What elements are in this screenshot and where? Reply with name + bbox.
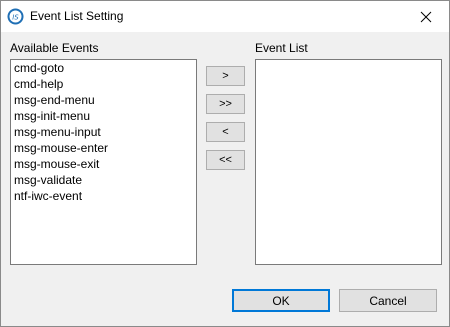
list-item[interactable]: msg-mouse-exit <box>11 156 196 172</box>
close-button[interactable] <box>403 1 449 32</box>
app-logo-icon: IS <box>7 8 24 25</box>
add-event-button[interactable]: > <box>206 66 245 86</box>
window-title: Event List Setting <box>30 9 124 23</box>
add-all-events-button[interactable]: >> <box>206 94 245 114</box>
list-item[interactable]: msg-end-menu <box>11 92 196 108</box>
list-item[interactable]: msg-menu-input <box>11 124 196 140</box>
event-list-setting-dialog: IS Event List Setting Available Events c… <box>0 0 450 327</box>
event-list-label: Event List <box>255 41 308 55</box>
list-item[interactable]: cmd-help <box>11 76 196 92</box>
title-bar[interactable]: IS Event List Setting <box>1 1 449 32</box>
event-list-listbox[interactable] <box>255 59 442 265</box>
remove-event-button[interactable]: < <box>206 122 245 142</box>
available-events-listbox[interactable]: cmd-goto cmd-help msg-end-menu msg-init-men… <box>10 59 197 265</box>
svg-text:IS: IS <box>12 14 19 22</box>
list-item[interactable]: msg-init-menu <box>11 108 196 124</box>
list-item[interactable]: ntf-iwc-event <box>11 188 196 204</box>
remove-all-events-button[interactable]: << <box>206 150 245 170</box>
available-events-label: Available Events <box>10 41 99 55</box>
ok-button[interactable]: OK <box>232 289 330 312</box>
list-item[interactable]: msg-mouse-enter <box>11 140 196 156</box>
close-icon <box>420 11 432 22</box>
list-item[interactable]: msg-validate <box>11 172 196 188</box>
list-item[interactable]: cmd-goto <box>11 60 196 76</box>
cancel-button[interactable]: Cancel <box>339 289 437 312</box>
